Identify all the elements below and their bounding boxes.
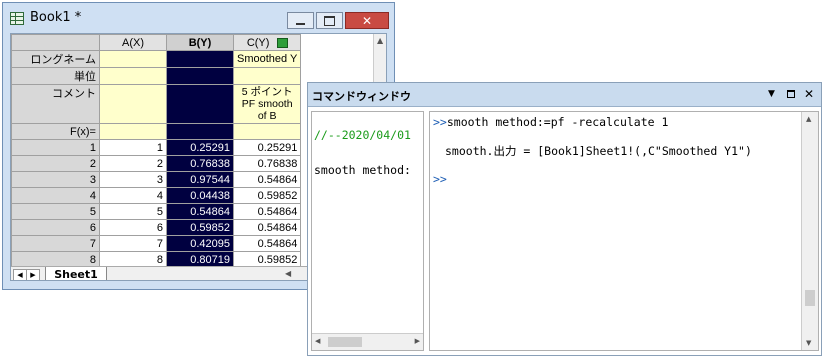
tab-prev-button[interactable]: ◀ <box>13 269 27 280</box>
cell-a[interactable]: 1 <box>99 139 167 156</box>
table-row: 6 6 0.59852 0.54864 <box>11 219 302 236</box>
command-output: smooth.出力 = [Book1]Sheet1!(,C"Smoothed Y… <box>445 144 752 158</box>
cell[interactable] <box>232 67 302 85</box>
column-header-b[interactable]: B(Y) <box>166 34 234 51</box>
cell-a[interactable]: 3 <box>99 171 167 188</box>
row-number[interactable]: 7 <box>11 235 100 252</box>
c-comment-line: of B <box>257 110 277 122</box>
minimize-button[interactable] <box>287 12 314 29</box>
table-row: 1 1 0.25291 0.25291 <box>11 139 302 156</box>
sheet-tab[interactable]: Sheet1 <box>45 267 107 281</box>
cell-a[interactable]: 7 <box>99 235 167 252</box>
cell-c[interactable]: 0.25291 <box>232 139 302 156</box>
cell[interactable] <box>166 50 234 68</box>
cell[interactable] <box>99 50 167 68</box>
cell-b[interactable]: 0.59852 <box>166 219 234 236</box>
cell-a[interactable]: 4 <box>99 187 167 204</box>
cell-a[interactable]: 5 <box>99 203 167 220</box>
workbook-icon <box>10 12 24 25</box>
maximize-icon <box>324 15 335 26</box>
scroll-thumb[interactable] <box>805 290 815 306</box>
cell[interactable] <box>99 84 167 124</box>
table-row: 4 4 0.04438 0.59852 <box>11 187 302 204</box>
cell[interactable] <box>99 123 167 140</box>
close-icon[interactable]: ✕ <box>804 87 814 101</box>
row-label-fx[interactable]: F(x)= <box>11 123 100 140</box>
scroll-thumb[interactable] <box>328 337 362 347</box>
history-h-scrollbar[interactable]: ◀ ▶ <box>312 333 423 350</box>
tab-next-button[interactable]: ▶ <box>26 269 40 280</box>
history-entry[interactable]: smooth method: <box>314 163 422 177</box>
cell[interactable] <box>166 123 234 140</box>
cell-c[interactable]: 0.54864 <box>232 235 302 252</box>
worksheet-grid: A(X) B(Y) C(Y) ロングネーム Smoothed Y 単位 コメント… <box>11 34 302 268</box>
table-row: 2 2 0.76838 0.76838 <box>11 155 302 172</box>
cell-a[interactable]: 6 <box>99 219 167 236</box>
cell-a[interactable]: 2 <box>99 155 167 172</box>
row-number[interactable]: 6 <box>11 219 100 236</box>
row-label-long-name[interactable]: ロングネーム <box>11 50 100 68</box>
c-comment-line: PF smooth <box>241 98 293 110</box>
close-button[interactable]: ✕ <box>345 12 389 29</box>
table-row: 5 5 0.54864 0.54864 <box>11 203 302 220</box>
command-window-title: コマンドウィンドウ <box>312 90 411 103</box>
cell-c[interactable]: 0.54864 <box>232 171 302 188</box>
row-label-comment[interactable]: コメント <box>11 84 100 124</box>
cell-b[interactable]: 0.42095 <box>166 235 234 252</box>
cell[interactable] <box>166 67 234 85</box>
cell-c[interactable]: 0.54864 <box>232 219 302 236</box>
column-header-c[interactable]: C(Y) <box>232 34 302 51</box>
column-header-a[interactable]: A(X) <box>99 34 167 51</box>
history-comment: //--2020/04/01 <box>314 128 411 142</box>
cell[interactable] <box>166 84 234 124</box>
row-number[interactable]: 2 <box>11 155 100 172</box>
c-comment-line: 5 ポイント <box>241 86 293 98</box>
c-comment-cell[interactable]: 5 ポイント PF smooth of B <box>232 84 302 124</box>
command-window[interactable]: コマンドウィンドウ ▼ ✕ //--2020/04/01 smooth meth… <box>307 82 822 356</box>
c-long-name-cell[interactable]: Smoothed Y <box>232 50 302 68</box>
lock-icon <box>276 37 288 48</box>
minimize-icon <box>296 22 305 25</box>
scroll-left-icon[interactable]: ◀ <box>285 269 291 278</box>
cell-c[interactable]: 0.76838 <box>232 155 302 172</box>
workbook-title: Book1 * <box>30 10 82 25</box>
cell-b[interactable]: 0.54864 <box>166 203 234 220</box>
table-row: 7 7 0.42095 0.54864 <box>11 235 302 252</box>
row-number[interactable]: 4 <box>11 187 100 204</box>
row-number[interactable]: 3 <box>11 171 100 188</box>
command-line[interactable]: smooth method:=pf -recalculate 1 <box>447 115 669 129</box>
command-v-scrollbar[interactable]: ▲ ▼ <box>801 112 818 350</box>
scroll-right-icon[interactable]: ▶ <box>415 337 420 345</box>
scroll-down-icon[interactable]: ▼ <box>806 339 811 347</box>
cell-b[interactable]: 0.25291 <box>166 139 234 156</box>
cell-b[interactable]: 0.76838 <box>166 155 234 172</box>
command-pane[interactable]: >>smooth method:=pf -recalculate 1 smoot… <box>429 111 819 351</box>
prompt: >> <box>433 115 447 129</box>
scroll-up-icon[interactable]: ▲ <box>377 36 383 45</box>
table-row: 3 3 0.97544 0.54864 <box>11 171 302 188</box>
sheet-tab-label: Sheet1 <box>54 268 98 281</box>
cell-c[interactable]: 0.54864 <box>232 203 302 220</box>
scroll-left-icon[interactable]: ◀ <box>315 337 320 345</box>
row-number[interactable]: 5 <box>11 203 100 220</box>
row-label-unit[interactable]: 単位 <box>11 67 100 85</box>
cell-b[interactable]: 0.97544 <box>166 171 234 188</box>
history-pane[interactable]: //--2020/04/01 smooth method: ◀ ▶ <box>311 111 424 351</box>
close-icon: ✕ <box>361 13 373 28</box>
command-window-titlebar[interactable]: コマンドウィンドウ ▼ ✕ <box>308 83 821 107</box>
cell[interactable] <box>99 67 167 85</box>
corner-cell[interactable] <box>11 34 100 51</box>
scroll-up-icon[interactable]: ▲ <box>806 115 811 123</box>
maximize-button[interactable] <box>316 12 343 29</box>
column-header-c-label: C(Y) <box>246 36 270 49</box>
dropdown-icon[interactable]: ▼ <box>768 89 775 99</box>
restore-icon[interactable] <box>787 90 795 98</box>
row-number[interactable]: 1 <box>11 139 100 156</box>
prompt[interactable]: >> <box>433 172 447 186</box>
cell[interactable] <box>232 123 302 140</box>
cell-c[interactable]: 0.59852 <box>232 187 302 204</box>
cell-b[interactable]: 0.04438 <box>166 187 234 204</box>
